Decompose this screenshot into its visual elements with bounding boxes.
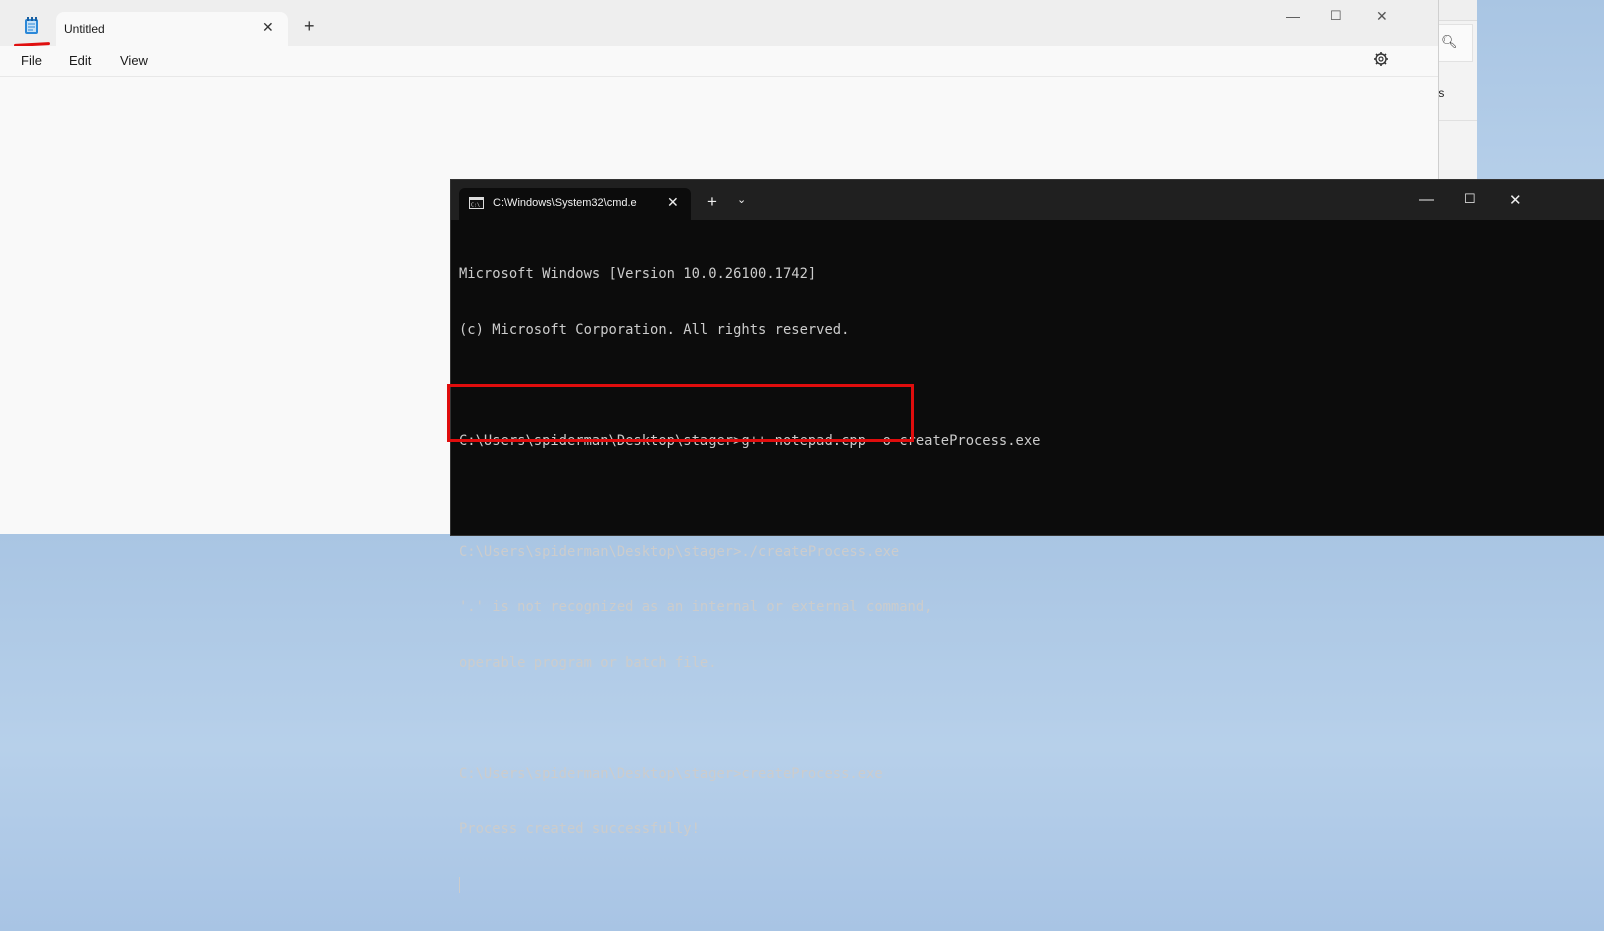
text-cursor <box>459 876 460 893</box>
notepad-tab-title: Untitled <box>64 22 105 36</box>
terminal-line: Microsoft Windows [Version 10.0.26100.17… <box>459 266 817 282</box>
menu-file[interactable]: File <box>21 53 42 68</box>
maximize-button[interactable]: ☐ <box>1330 8 1342 24</box>
menu-view[interactable]: View <box>120 53 148 68</box>
cmd-tab[interactable]: C:\ C:\Windows\System32\cmd.e ✕ <box>459 188 691 220</box>
svg-text:C:\: C:\ <box>471 203 480 209</box>
notepad-icon <box>25 17 38 34</box>
cmd-window: C:\ C:\Windows\System32\cmd.e ✕ + ⌄ — ☐ … <box>450 179 1604 893</box>
terminal-icon: C:\ <box>469 197 484 209</box>
notepad-tab[interactable]: Untitled ✕ <box>56 12 288 46</box>
gear-icon[interactable] <box>1373 51 1389 67</box>
notepad-titlebar[interactable]: Untitled ✕ + — ☐ ✕ <box>0 0 1438 47</box>
close-window-button[interactable]: ✕ <box>1376 8 1388 25</box>
chevron-down-icon[interactable]: ⌄ <box>737 193 746 206</box>
terminal-line: (c) Microsoft Corporation. All rights re… <box>459 321 850 338</box>
terminal-output[interactable]: Microsoft Windows [Version 10.0.26100.17… <box>459 228 1599 893</box>
terminal-line: C:\Users\spiderman\Desktop\stager>./crea… <box>459 543 900 560</box>
search-icon[interactable]: 🔍︎ <box>1441 34 1458 50</box>
cmd-tab-title: C:\Windows\System32\cmd.e <box>493 197 637 209</box>
red-highlight-annotation <box>447 384 914 442</box>
new-tab-button[interactable]: + <box>707 192 717 212</box>
new-tab-button[interactable]: + <box>304 16 315 37</box>
terminal-line: operable program or batch file. <box>459 654 717 671</box>
cmd-titlebar[interactable]: C:\ C:\Windows\System32\cmd.e ✕ + ⌄ — ☐ … <box>451 180 1604 220</box>
notepad-menubar: File Edit View <box>0 46 1438 77</box>
terminal-line: Process created successfully! <box>459 821 700 837</box>
terminal-line: '.' is not recognized as an internal or … <box>459 599 933 615</box>
minimize-button[interactable]: — <box>1419 191 1434 208</box>
terminal-cursor-line <box>459 876 1599 895</box>
close-tab-icon[interactable]: ✕ <box>667 194 679 211</box>
minimize-button[interactable]: — <box>1286 8 1300 24</box>
terminal-line: C:\Users\spiderman\Desktop\stager>create… <box>459 765 883 782</box>
close-tab-icon[interactable]: ✕ <box>262 19 274 36</box>
menu-edit[interactable]: Edit <box>69 53 91 68</box>
maximize-button[interactable]: ☐ <box>1464 191 1476 207</box>
close-window-button[interactable]: ✕ <box>1509 191 1522 209</box>
